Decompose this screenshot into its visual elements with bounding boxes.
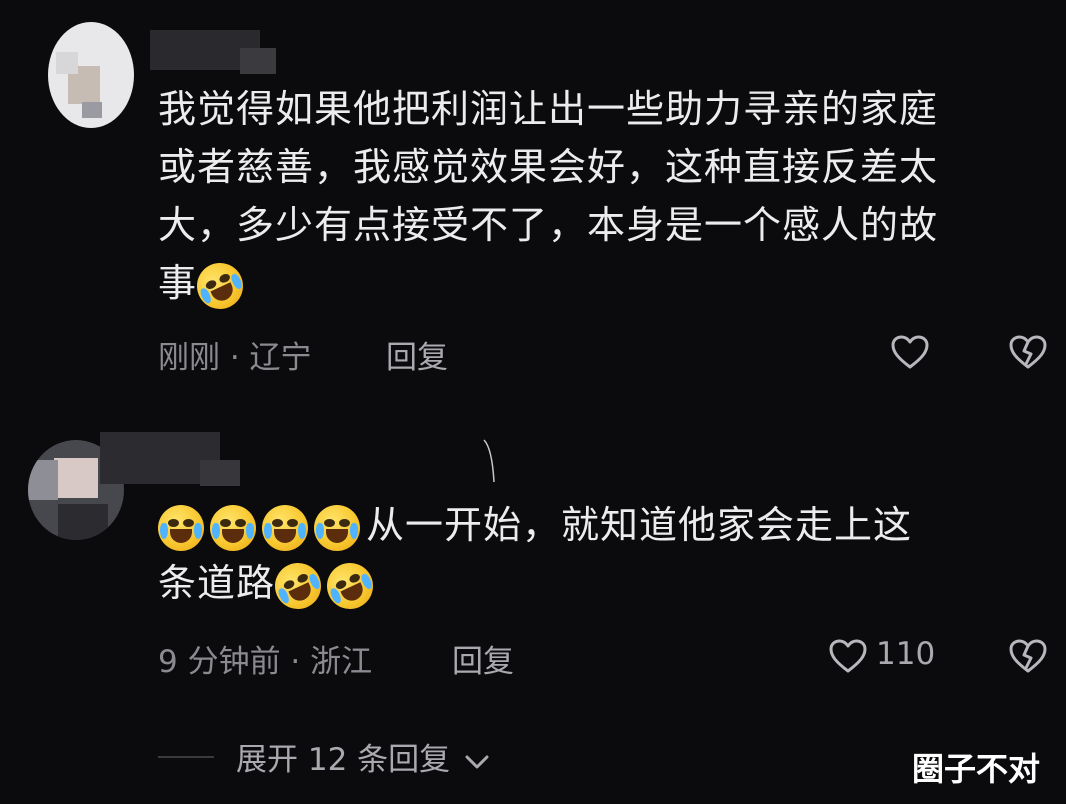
comment-line-first: 从一开始，就知道他家会走上这 bbox=[158, 496, 1038, 554]
redacted-username bbox=[240, 48, 276, 74]
expand-replies-button[interactable]: 展开 12 条回复 bbox=[236, 734, 490, 780]
broken-heart-icon[interactable] bbox=[1008, 638, 1048, 678]
reply-button[interactable]: 回复 bbox=[386, 332, 448, 377]
rolling-laughing-emoji bbox=[319, 554, 381, 617]
avatar[interactable] bbox=[48, 22, 134, 128]
comment-line: 从一开始，就知道他家会走上这 bbox=[366, 503, 913, 547]
rolling-laughing-emoji bbox=[267, 554, 329, 617]
crying-laughing-emoji bbox=[314, 504, 360, 551]
rolling-laughing-emoji bbox=[189, 254, 251, 317]
like-count: 110 bbox=[876, 636, 936, 672]
crying-laughing-emoji bbox=[210, 504, 256, 551]
comment-line: 大，多少有点接受不了，本身是一个感人的故 bbox=[158, 203, 939, 247]
crying-laughing-emoji bbox=[262, 504, 308, 551]
comment-line-second: 条道路 bbox=[158, 554, 1038, 617]
comment-line: 条道路 bbox=[158, 561, 276, 605]
comment-line: 我觉得如果他把利润让出一些助力寻亲的家庭 bbox=[158, 87, 939, 131]
watermark: 圈子不对 bbox=[912, 750, 1041, 788]
stray-mark bbox=[482, 436, 502, 486]
reply-button[interactable]: 回复 bbox=[452, 636, 514, 681]
expand-replies-label: 展开 12 条回复 bbox=[236, 742, 451, 778]
time-location: 刚刚 · 辽宁 bbox=[158, 340, 312, 376]
time-location: 9 分钟前 · 浙江 bbox=[158, 644, 373, 680]
crying-laughing-emoji bbox=[158, 504, 204, 551]
broken-heart-icon[interactable] bbox=[1008, 334, 1048, 374]
heart-icon[interactable] bbox=[828, 638, 868, 678]
redacted-username bbox=[200, 460, 240, 486]
comment-line: 或者慈善，我感觉效果会好，这种直接反差太 bbox=[158, 145, 939, 189]
comment-text: 我觉得如果他把利润让出一些助力寻亲的家庭 或者慈善，我感觉效果会好，这种直接反差… bbox=[158, 80, 1038, 317]
heart-icon[interactable] bbox=[890, 334, 930, 374]
comment-line-last: 事 bbox=[158, 254, 1038, 317]
chevron-down-icon bbox=[464, 744, 490, 780]
comment-line: 事 bbox=[158, 261, 198, 305]
divider bbox=[158, 756, 214, 758]
comment-text: 从一开始，就知道他家会走上这 条道路 bbox=[158, 496, 1038, 617]
